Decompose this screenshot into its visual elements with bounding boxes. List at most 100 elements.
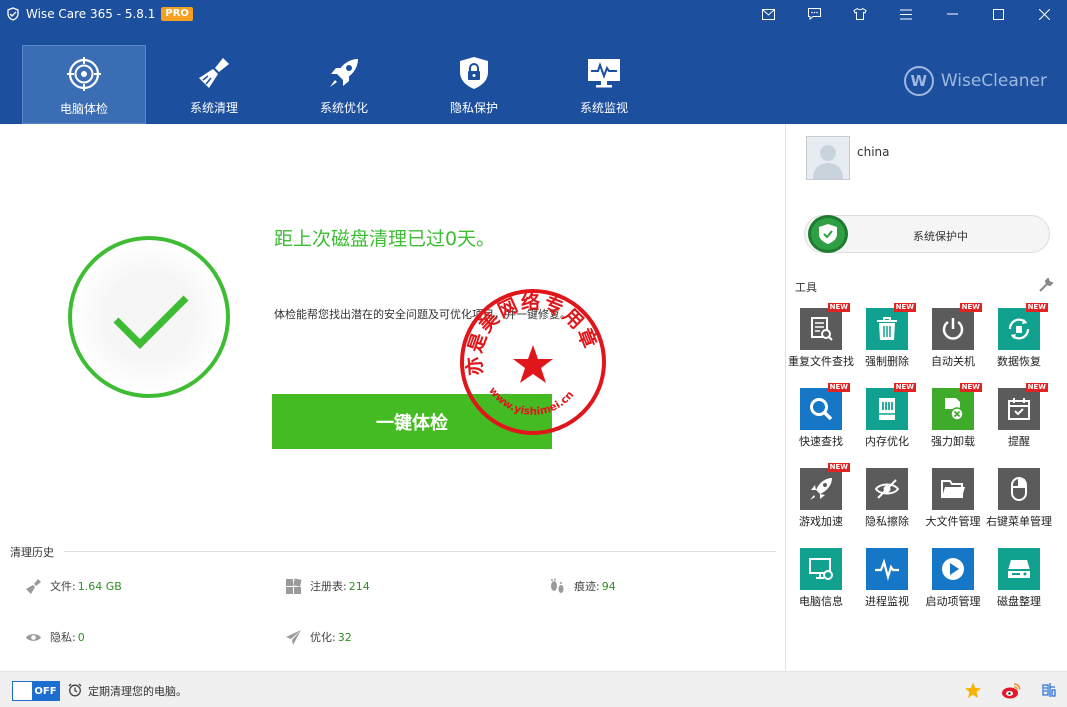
lock-shield-icon xyxy=(456,55,492,91)
tool-auto-shutdown[interactable]: NEW 自动关机 xyxy=(920,303,986,369)
tool-large-file[interactable]: 大文件管理 xyxy=(920,468,986,529)
checkup-description: 体检能帮您找出潜在的安全问题及可优化项目，并一键修复。 xyxy=(274,308,571,321)
app-window: Wise Care 365 - 5.8.1 PRO 电脑体检 系统清理 系统优化… xyxy=(0,0,1067,707)
one-click-checkup-button[interactable]: 一键体检 xyxy=(272,394,552,449)
skin-icon[interactable] xyxy=(837,0,883,28)
tool-label: 重复文件查找 xyxy=(788,355,854,368)
tool-label: 快速查找 xyxy=(799,435,843,448)
trash-icon: NEW xyxy=(866,303,916,350)
last-clean-headline: 距上次磁盘清理已过0天。 xyxy=(274,228,496,250)
tool-label: 数据恢复 xyxy=(997,355,1041,368)
tool-label: 强力卸载 xyxy=(931,435,975,448)
eye-off-icon xyxy=(866,468,908,510)
mail-icon[interactable] xyxy=(745,0,791,28)
username: china xyxy=(857,145,890,159)
tool-reminder[interactable]: NEW 提醒 xyxy=(986,383,1052,449)
broom-icon xyxy=(24,577,42,595)
tool-disk-defrag[interactable]: 磁盘整理 xyxy=(986,548,1052,609)
eye-icon xyxy=(24,628,42,646)
pc-info-icon xyxy=(800,548,842,590)
new-badge: NEW xyxy=(827,303,850,312)
search-icon: NEW xyxy=(800,383,850,430)
wrench-icon[interactable] xyxy=(1039,276,1055,292)
tab-label: 隐私保护 xyxy=(449,101,498,115)
footprint-icon xyxy=(548,577,566,595)
toggle-label: OFF xyxy=(34,685,57,697)
user-icon xyxy=(807,137,849,179)
history-value: 1.64 GB xyxy=(77,579,122,593)
history-value: 0 xyxy=(77,630,85,644)
tab-label: 系统优化 xyxy=(319,101,368,115)
tool-quick-search[interactable]: NEW 快速查找 xyxy=(788,383,854,449)
tab-checkup[interactable]: 电脑体检 xyxy=(22,45,146,124)
close-icon[interactable] xyxy=(1021,0,1067,28)
toggle-knob xyxy=(13,682,32,700)
stamp-text: 亦是美网络专用章 xyxy=(462,290,599,376)
tool-label: 提醒 xyxy=(1008,435,1030,448)
checkmark-icon xyxy=(113,295,189,349)
mouse-icon xyxy=(998,468,1040,510)
svg-text:亦是美网络专用章: 亦是美网络专用章 xyxy=(462,290,601,376)
new-badge: NEW xyxy=(1025,303,1048,312)
star-icon[interactable] xyxy=(963,681,983,699)
power-icon: NEW xyxy=(932,303,982,350)
new-badge: NEW xyxy=(959,383,982,392)
tool-label: 内存优化 xyxy=(865,435,909,448)
tool-startup-manager[interactable]: 启动项管理 xyxy=(920,548,986,609)
tool-label: 右键菜单管理 xyxy=(986,515,1052,528)
tab-label: 电脑体检 xyxy=(59,102,108,116)
star-icon xyxy=(513,345,553,383)
avatar[interactable] xyxy=(806,136,850,180)
duplicate-file-icon: NEW xyxy=(800,303,850,350)
uninstall-icon: NEW xyxy=(932,383,982,430)
history-files: 文件: 1.64 GB xyxy=(24,577,122,595)
tab-privacy[interactable]: 隐私保护 xyxy=(412,45,536,124)
tieba-icon[interactable] xyxy=(1039,681,1059,699)
history-value: 94 xyxy=(601,579,616,593)
new-badge: NEW xyxy=(959,303,982,312)
app-logo-icon xyxy=(6,7,20,21)
broom-icon xyxy=(196,55,232,91)
scheduled-clean-text: 定期清理您的电脑。 xyxy=(88,685,187,698)
tool-label: 游戏加速 xyxy=(799,515,843,528)
window-controls xyxy=(745,0,1067,28)
tool-duplicate-finder[interactable]: NEW 重复文件查找 xyxy=(788,303,854,369)
main-panel: 距上次磁盘清理已过0天。 体检能帮您找出潜在的安全问题及可优化项目，并一键修复。… xyxy=(0,124,785,671)
tool-game-boost[interactable]: NEW 游戏加速 xyxy=(788,463,854,529)
side-panel: china 系统保护中 工具 NEW 重复文件查找 NEW 强制删除 NEW 自… xyxy=(785,124,1067,671)
tool-force-delete[interactable]: NEW 强制删除 xyxy=(854,303,920,369)
tab-optimize[interactable]: 系统优化 xyxy=(282,45,406,124)
pulse-icon xyxy=(866,548,908,590)
feedback-icon[interactable] xyxy=(791,0,837,28)
history-divider xyxy=(64,551,776,552)
tool-data-recovery[interactable]: NEW 数据恢复 xyxy=(986,303,1052,369)
protection-status[interactable]: 系统保护中 xyxy=(804,215,1050,253)
scheduled-clean-toggle[interactable]: OFF xyxy=(12,681,60,701)
registry-icon xyxy=(284,577,302,595)
tool-memory-optimize[interactable]: NEW 内存优化 xyxy=(854,383,920,449)
history-privacy: 隐私: 0 xyxy=(24,628,85,646)
folder-icon xyxy=(932,468,974,510)
app-title: Wise Care 365 - 5.8.1 xyxy=(26,7,156,21)
new-badge: NEW xyxy=(1025,383,1048,392)
new-badge: NEW xyxy=(827,463,850,472)
main-nav: 电脑体检 系统清理 系统优化 隐私保护 系统监视 W WiseCleaner xyxy=(0,28,1067,124)
memory-icon: NEW xyxy=(866,383,916,430)
recover-icon: NEW xyxy=(998,303,1048,350)
protection-label: 系统保护中 xyxy=(913,230,968,243)
maximize-icon[interactable] xyxy=(975,0,1021,28)
tool-label: 启动项管理 xyxy=(925,595,981,608)
tool-pc-info[interactable]: 电脑信息 xyxy=(788,548,854,609)
tab-clean[interactable]: 系统清理 xyxy=(152,45,276,124)
minimize-icon[interactable] xyxy=(929,0,975,28)
menu-icon[interactable] xyxy=(883,0,929,28)
tool-process-monitor[interactable]: 进程监视 xyxy=(854,548,920,609)
history-optimize: 优化: 32 xyxy=(284,628,352,646)
rocket-icon: NEW xyxy=(800,463,850,510)
brand-logo: W WiseCleaner xyxy=(903,66,1047,96)
tab-monitor[interactable]: 系统监视 xyxy=(542,45,666,124)
tool-force-uninstall[interactable]: NEW 强力卸载 xyxy=(920,383,986,449)
tool-privacy-eraser[interactable]: 隐私擦除 xyxy=(854,468,920,529)
tool-context-menu[interactable]: 右键菜单管理 xyxy=(986,468,1052,529)
weibo-icon[interactable] xyxy=(1001,681,1021,699)
